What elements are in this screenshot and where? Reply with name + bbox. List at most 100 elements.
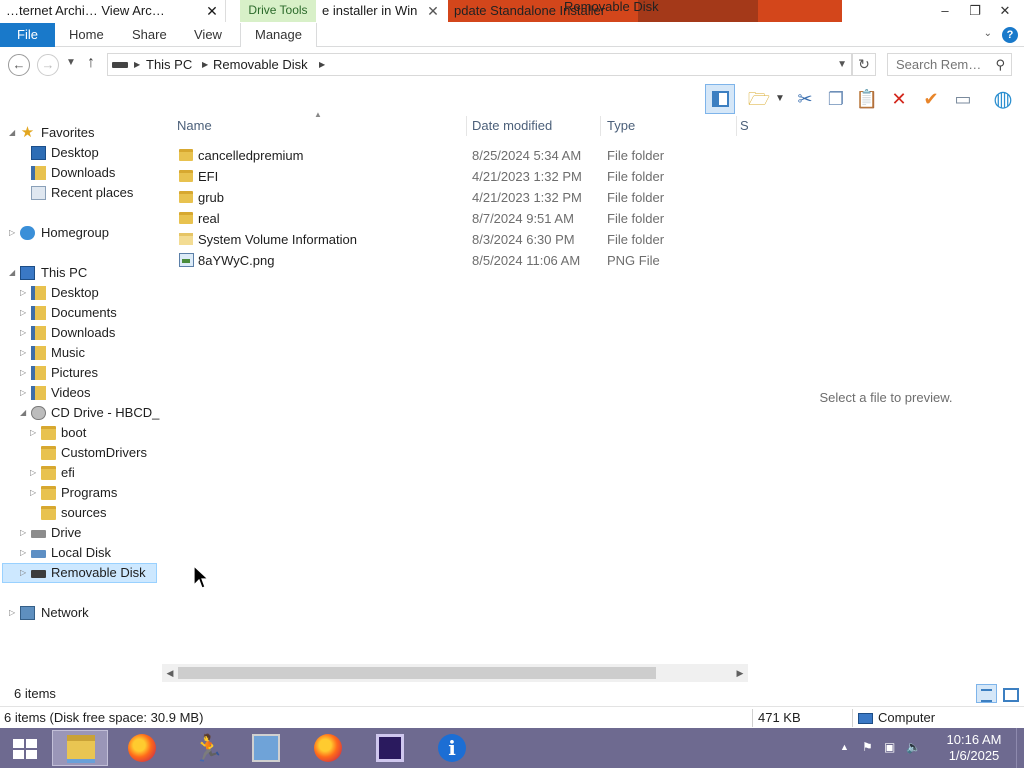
folder-icon bbox=[179, 170, 193, 182]
search-box[interactable]: ⚲ bbox=[887, 53, 1012, 76]
breadcrumb-removable-disk[interactable]: Removable Disk bbox=[213, 54, 308, 75]
refresh-button[interactable]: ↻ bbox=[852, 53, 876, 76]
expand-arrow-icon[interactable]: ▷ bbox=[30, 483, 40, 503]
table-row[interactable]: System Volume Information 8/3/2024 6:30 … bbox=[170, 229, 730, 250]
search-icon[interactable]: ⚲ bbox=[995, 57, 1005, 73]
browser-tab-archive[interactable]: …ternet Archi… View Arc… ✕ bbox=[0, 0, 226, 22]
rename-button[interactable]: ✔ bbox=[916, 84, 946, 114]
file-type: File folder bbox=[607, 190, 665, 205]
details-view-button[interactable] bbox=[976, 684, 997, 703]
folder-check-icon: 🗁 bbox=[747, 89, 771, 109]
cut-button[interactable]: ✂ bbox=[790, 84, 820, 114]
browser-tab-installer[interactable]: e installer in Win ✕ bbox=[316, 0, 446, 22]
taskbar-display-app[interactable] bbox=[238, 730, 294, 766]
table-row[interactable]: cancelledpremium 8/25/2024 5:34 AM File … bbox=[170, 145, 730, 166]
close-tab-icon[interactable]: ✕ bbox=[426, 4, 440, 18]
show-hidden-icons-arrow-icon[interactable]: ▲ bbox=[840, 742, 849, 752]
start-button[interactable] bbox=[0, 728, 50, 768]
tab-share[interactable]: Share bbox=[132, 23, 167, 47]
copy-button[interactable]: ❐ bbox=[821, 84, 851, 114]
taskbar-runner-app[interactable]: 🏃 bbox=[178, 730, 234, 766]
tab-view[interactable]: View bbox=[194, 23, 222, 47]
expand-arrow-icon[interactable]: ▷ bbox=[9, 603, 19, 623]
address-bar[interactable]: ▶ This PC ▶ Removable Disk ▶ ▼ bbox=[107, 53, 852, 76]
taskbar-info-app[interactable]: i bbox=[424, 730, 480, 766]
search-input[interactable] bbox=[888, 54, 988, 75]
file-date: 8/5/2024 11:06 AM bbox=[472, 253, 581, 268]
tab-file[interactable]: File bbox=[0, 23, 55, 47]
network-button[interactable]: ◍ bbox=[988, 84, 1018, 114]
breadcrumb-chevron-icon[interactable]: ▶ bbox=[202, 54, 208, 75]
expand-arrow-icon[interactable]: ▷ bbox=[20, 543, 30, 563]
scroll-right-arrow-icon[interactable]: ▶ bbox=[732, 664, 748, 682]
table-row[interactable]: 8aYWyC.png 8/5/2024 11:06 AM PNG File bbox=[170, 250, 730, 271]
expand-arrow-icon[interactable]: ▷ bbox=[20, 323, 30, 343]
recent-locations-button[interactable]: ▼ bbox=[66, 57, 76, 68]
close-tab-icon[interactable]: ✕ bbox=[205, 4, 219, 18]
show-desktop-button[interactable] bbox=[1016, 728, 1024, 768]
help-icon[interactable]: ? bbox=[1002, 27, 1018, 43]
tab-home[interactable]: Home bbox=[69, 23, 104, 47]
expand-arrow-icon[interactable]: ▷ bbox=[30, 463, 40, 483]
maximize-button[interactable]: ❐ bbox=[960, 0, 990, 22]
close-button[interactable]: ✕ bbox=[990, 0, 1020, 22]
expand-arrow-icon[interactable]: ▷ bbox=[20, 283, 30, 303]
table-row[interactable]: real 8/7/2024 9:51 AM File folder bbox=[170, 208, 730, 229]
expand-arrow-icon[interactable]: ▷ bbox=[20, 343, 30, 363]
taskbar-cpu-app[interactable] bbox=[362, 730, 418, 766]
nav-label: sources bbox=[61, 505, 107, 520]
up-button[interactable]: ↑ bbox=[87, 54, 95, 72]
column-header-date[interactable]: Date modified bbox=[465, 114, 600, 138]
expand-arrow-icon[interactable]: ▷ bbox=[20, 523, 30, 543]
breadcrumb-chevron-icon[interactable]: ▶ bbox=[319, 54, 325, 75]
address-dropdown-icon[interactable]: ▼ bbox=[837, 54, 847, 75]
network-tray-icon[interactable]: ▣ bbox=[884, 740, 895, 754]
scroll-left-arrow-icon[interactable]: ◀ bbox=[162, 664, 178, 682]
expand-arrow-icon[interactable]: ▷ bbox=[20, 383, 30, 403]
breadcrumb-chevron-icon[interactable]: ▶ bbox=[134, 54, 140, 75]
running-man-icon: 🏃 bbox=[192, 733, 225, 763]
browser-tab-standalone-installer[interactable]: pdate Standalone Installer Removable Dis… bbox=[448, 0, 842, 22]
file-name: cancelledpremium bbox=[198, 148, 304, 163]
back-button[interactable]: ← bbox=[8, 54, 30, 76]
horizontal-scrollbar[interactable]: ◀ ▶ bbox=[162, 664, 748, 682]
preview-pane-button[interactable] bbox=[705, 84, 735, 114]
column-header-size[interactable]: S bbox=[736, 114, 748, 138]
recent-places-icon bbox=[31, 186, 46, 200]
expand-arrow-icon[interactable]: ▷ bbox=[20, 363, 30, 383]
cd-drive-icon bbox=[31, 406, 46, 420]
status-bar: 6 items (Disk free space: 30.9 MB) 471 K… bbox=[0, 706, 1024, 728]
expand-ribbon-icon[interactable]: ⌄ bbox=[984, 28, 992, 39]
taskbar-firefox[interactable] bbox=[114, 730, 170, 766]
file-name: real bbox=[198, 211, 220, 226]
forward-button[interactable]: → bbox=[37, 54, 59, 76]
breadcrumb-this-pc[interactable]: This PC bbox=[146, 54, 192, 75]
large-icons-view-button[interactable] bbox=[1001, 685, 1019, 702]
delete-button[interactable]: ✕ bbox=[884, 84, 914, 114]
table-row[interactable]: EFI 4/21/2023 1:32 PM File folder bbox=[170, 166, 730, 187]
action-center-flag-icon[interactable]: ⚑ bbox=[862, 740, 873, 754]
volume-icon[interactable]: 🔈 bbox=[906, 740, 921, 754]
collapse-arrow-icon[interactable]: ◢ bbox=[9, 123, 19, 143]
collapse-arrow-icon[interactable]: ◢ bbox=[9, 263, 19, 283]
scrollbar-thumb[interactable] bbox=[178, 667, 656, 679]
nav-label: Network bbox=[41, 605, 89, 620]
properties-button[interactable]: ▭ bbox=[948, 84, 978, 114]
minimize-button[interactable]: – bbox=[930, 0, 960, 22]
clock[interactable]: 10:16 AM 1/6/2025 bbox=[938, 732, 1010, 764]
cpu-chip-icon bbox=[376, 734, 404, 762]
taskbar-file-explorer[interactable] bbox=[52, 730, 108, 766]
expand-arrow-icon[interactable]: ▷ bbox=[9, 223, 19, 243]
taskbar-firefox-2[interactable] bbox=[300, 730, 356, 766]
table-row[interactable]: grub 4/21/2023 1:32 PM File folder bbox=[170, 187, 730, 208]
paste-button[interactable]: 📋 bbox=[852, 84, 882, 114]
organize-dropdown-icon[interactable]: ▼ bbox=[770, 84, 790, 114]
expand-arrow-icon[interactable]: ▷ bbox=[20, 303, 30, 323]
column-header-name[interactable]: Name bbox=[170, 114, 466, 138]
tab-manage[interactable]: Manage bbox=[240, 23, 317, 47]
column-header-type[interactable]: Type bbox=[600, 114, 740, 138]
collapse-arrow-icon[interactable]: ◢ bbox=[20, 403, 30, 423]
expand-arrow-icon[interactable]: ▷ bbox=[30, 423, 40, 443]
file-type: File folder bbox=[607, 232, 665, 247]
expand-arrow-icon[interactable]: ▷ bbox=[20, 563, 30, 583]
